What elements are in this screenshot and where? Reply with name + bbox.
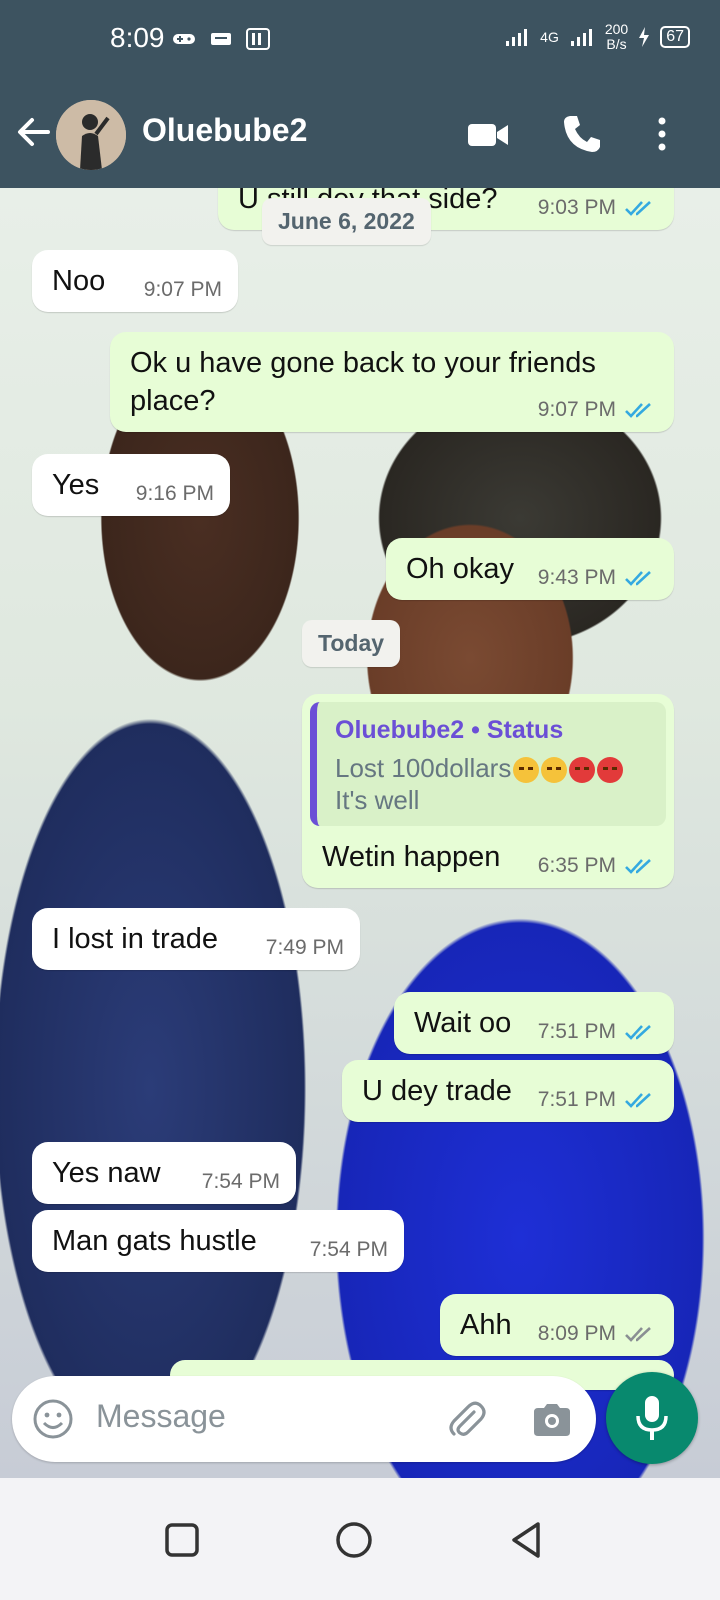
message-meta: 9:07 PM <box>538 398 658 422</box>
message-text: Wetin happen <box>322 841 501 873</box>
video-call-icon[interactable] <box>466 112 510 156</box>
message-time: 6:35 PM <box>537 854 616 877</box>
message-meta: 7:51 PM <box>538 1020 658 1044</box>
signal-icon <box>506 29 528 46</box>
battery-level: 67 <box>660 26 690 48</box>
message-text: I lost in trade <box>52 923 219 955</box>
message-time: 9:03 PM <box>537 196 616 219</box>
double-tick-delivered-icon <box>625 1327 651 1342</box>
message-time: 9:16 PM <box>135 482 214 505</box>
more-vert-icon[interactable] <box>640 112 684 156</box>
quoted-status[interactable]: Oluebube2 • Status Lost 100dollars It's … <box>310 702 666 826</box>
quote-author: Oluebube2 • Status <box>335 716 564 744</box>
message-bubble-outgoing[interactable]: Wait oo 7:51 PM <box>394 992 674 1054</box>
speed-value: 200 <box>604 21 629 37</box>
quote-text-line2: It's well <box>335 785 420 815</box>
gamepad-icon <box>173 34 195 44</box>
message-bubble-incoming[interactable]: Noo 9:07 PM <box>32 250 238 312</box>
back-nav-icon[interactable] <box>504 1518 548 1562</box>
tired-face-emoji-icon <box>541 757 568 784</box>
contact-name[interactable]: Oluebube2 <box>142 112 307 149</box>
double-tick-read-icon <box>625 571 651 586</box>
tired-face-emoji-icon <box>513 757 540 784</box>
status-time: 8:09 <box>110 22 165 53</box>
message-meta: 7:49 PM <box>266 936 344 960</box>
message-time: 9:43 PM <box>537 566 616 589</box>
emoji-icon[interactable] <box>32 1398 74 1440</box>
message-text: Yes naw <box>52 1157 161 1189</box>
message-input-bar[interactable]: Message <box>12 1376 596 1462</box>
message-text: Yes <box>52 469 100 501</box>
double-tick-read-icon <box>625 403 651 418</box>
angry-face-emoji-icon <box>597 757 624 784</box>
message-time: 8:09 PM <box>537 1322 616 1345</box>
double-tick-read-icon <box>625 859 651 874</box>
chat-header: Oluebube2 <box>0 80 720 188</box>
message-text: Oh okay <box>406 553 514 585</box>
network-speed: 200 B/s <box>605 22 628 52</box>
message-bubble-outgoing-reply[interactable]: Oluebube2 • Status Lost 100dollars It's … <box>302 694 674 888</box>
message-bubble-outgoing[interactable]: Ok u have gone back to your friends plac… <box>110 332 674 432</box>
message-meta: 9:07 PM <box>144 278 222 302</box>
message-time: 7:49 PM <box>265 936 344 959</box>
date-chip: June 6, 2022 <box>262 198 431 245</box>
status-right-icons: 4G 200 B/s 67 <box>504 22 690 52</box>
message-bubble-incoming[interactable]: I lost in trade 7:49 PM <box>32 908 360 970</box>
camera-icon[interactable] <box>530 1398 574 1442</box>
message-meta: 6:35 PM <box>538 854 658 878</box>
avatar[interactable] <box>56 100 126 170</box>
mic-icon <box>636 1396 668 1440</box>
network-type: 4G <box>540 28 559 45</box>
chat-area[interactable]: U still dey that side? 9:03 PM June 6, 2… <box>0 188 720 1478</box>
recent-apps-icon[interactable] <box>160 1518 204 1562</box>
back-arrow-icon[interactable] <box>14 112 54 152</box>
attach-icon[interactable] <box>444 1398 488 1442</box>
message-bubble-outgoing[interactable]: Ahh 8:09 PM <box>440 1294 674 1356</box>
message-meta: 9:03 PM <box>538 196 658 220</box>
message-bubble-incoming[interactable]: Yes naw 7:54 PM <box>32 1142 296 1204</box>
phone-icon[interactable] <box>560 112 604 156</box>
message-bubble-outgoing[interactable]: Oh okay 9:43 PM <box>386 538 674 600</box>
double-tick-read-icon <box>625 201 651 216</box>
double-tick-read-icon <box>625 1025 651 1040</box>
speed-unit: B/s <box>606 36 627 52</box>
home-icon[interactable] <box>332 1518 376 1562</box>
message-time: 7:51 PM <box>537 1088 616 1111</box>
message-text: Ahh <box>460 1309 512 1341</box>
double-tick-read-icon <box>625 1093 651 1108</box>
message-text: U dey trade <box>362 1075 512 1107</box>
system-nav-bar <box>0 1478 720 1600</box>
message-input[interactable]: Message <box>96 1398 226 1435</box>
message-time: 9:07 PM <box>537 398 616 421</box>
message-time: 7:51 PM <box>537 1020 616 1043</box>
status-bar: 8:09 4G 200 B/s 67 <box>0 0 720 80</box>
date-chip: Today <box>302 620 401 667</box>
status-notification-icons <box>172 28 270 50</box>
message-text: Noo <box>52 265 106 297</box>
charging-icon <box>639 27 650 47</box>
parking-icon <box>246 28 270 50</box>
avatar-silhouette-icon <box>56 100 126 170</box>
message-time: 9:07 PM <box>143 278 222 301</box>
message-bubble-outgoing[interactable]: U dey trade 7:51 PM <box>342 1060 674 1122</box>
message-time: 7:54 PM <box>309 1238 388 1261</box>
message-meta: 9:16 PM <box>136 482 214 506</box>
quote-text: Lost 100dollars It's well <box>335 752 624 816</box>
message-meta: 7:51 PM <box>538 1088 658 1112</box>
message-icon <box>211 33 231 45</box>
message-text: Wait oo <box>414 1007 512 1039</box>
quote-text-line1: Lost 100dollars <box>335 753 512 783</box>
message-meta: 8:09 PM <box>538 1322 658 1346</box>
angry-face-emoji-icon <box>569 757 596 784</box>
message-meta: 9:43 PM <box>538 566 658 590</box>
message-bubble-incoming[interactable]: Yes 9:16 PM <box>32 454 230 516</box>
mic-button[interactable] <box>606 1372 698 1464</box>
signal-icon <box>570 29 592 46</box>
message-time: 7:54 PM <box>201 1170 280 1193</box>
message-text: Man gats hustle <box>52 1225 257 1257</box>
message-bubble-incoming[interactable]: Man gats hustle 7:54 PM <box>32 1210 404 1272</box>
message-meta: 7:54 PM <box>310 1238 388 1262</box>
message-meta: 7:54 PM <box>202 1170 280 1194</box>
